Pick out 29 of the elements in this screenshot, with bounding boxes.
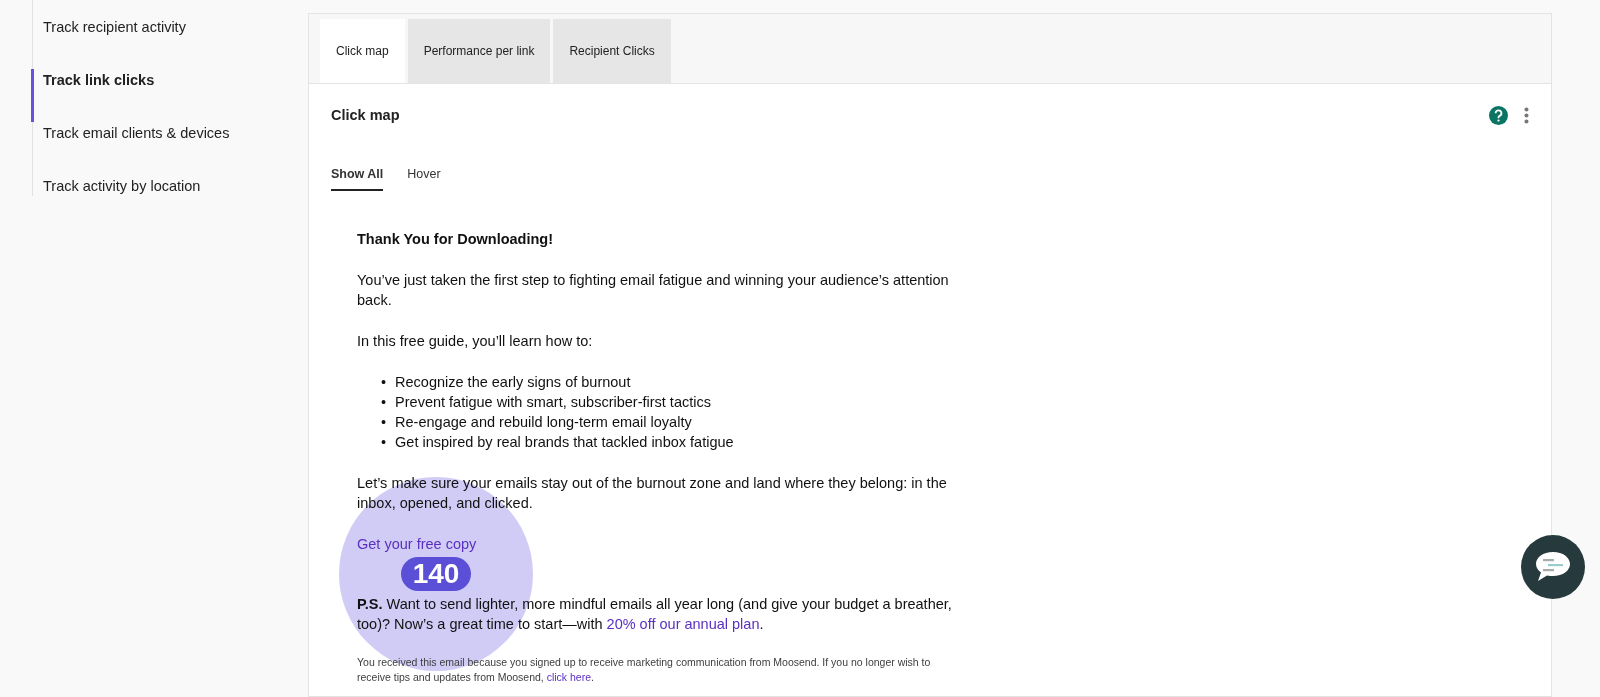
email-paragraph: P.S. Want to send lighter, more mindful emails all year long (and give your budget a breather, too)? Now’s a great time to start—with 20% off our annual plan.	[357, 594, 953, 634]
bullet-item: Prevent fatigue with smart, subscriber-first tactics	[395, 392, 711, 412]
footer-note: You received this email because you signed up to receive marketing communication from Moosend. If you no longer wish to receive tips and updates from Moosend, click here.	[357, 654, 932, 685]
link[interactable]: Get your free copy	[357, 535, 477, 552]
view-mode-tab[interactable]: Show All	[331, 165, 384, 191]
sidebar-item[interactable]: Track recipient activity	[31, 16, 308, 69]
bullet-item: Recognize the early signs of burnout	[395, 372, 631, 392]
more-options-icon[interactable]	[1524, 107, 1529, 124]
help-icon[interactable]	[1489, 106, 1508, 125]
link[interactable]: 20% off our annual plan	[606, 615, 760, 632]
bullet-marker: •	[381, 392, 387, 412]
tab[interactable]: Click map	[320, 19, 405, 83]
tab[interactable]: Recipient Clicks	[553, 19, 671, 83]
click-count: 140	[400, 556, 472, 591]
email-heading: Thank You for Downloading!	[357, 229, 554, 249]
bullet-marker: •	[381, 372, 387, 392]
email-paragraph: You’ve just taken the first step to fighting email fatigue and winning your audience’s attention back.	[357, 270, 950, 310]
bullet-marker: •	[381, 412, 387, 432]
bullet-item: Re-engage and rebuild long-term email loyalty	[395, 412, 692, 432]
chat-bubble-icon	[1534, 550, 1572, 584]
bullet-item: Get inspired by real brands that tackled inbox fatigue	[395, 432, 734, 452]
sidebar-item[interactable]: Track email clients & devices	[31, 122, 308, 175]
view-mode-tab[interactable]: Hover	[407, 165, 441, 191]
email-paragraph: Let’s make sure your emails stay out of the burnout zone and land where they belong: in the inbox, opened, and clicked.	[357, 473, 948, 513]
sidebar-item[interactable]: Track activity by location	[31, 175, 308, 228]
bullet-marker: •	[381, 432, 387, 452]
email-paragraph: In this free guide, you’ll learn how to:	[357, 331, 594, 351]
tab[interactable]: Performance per link	[407, 19, 551, 83]
panel-title: Click map	[331, 106, 400, 125]
